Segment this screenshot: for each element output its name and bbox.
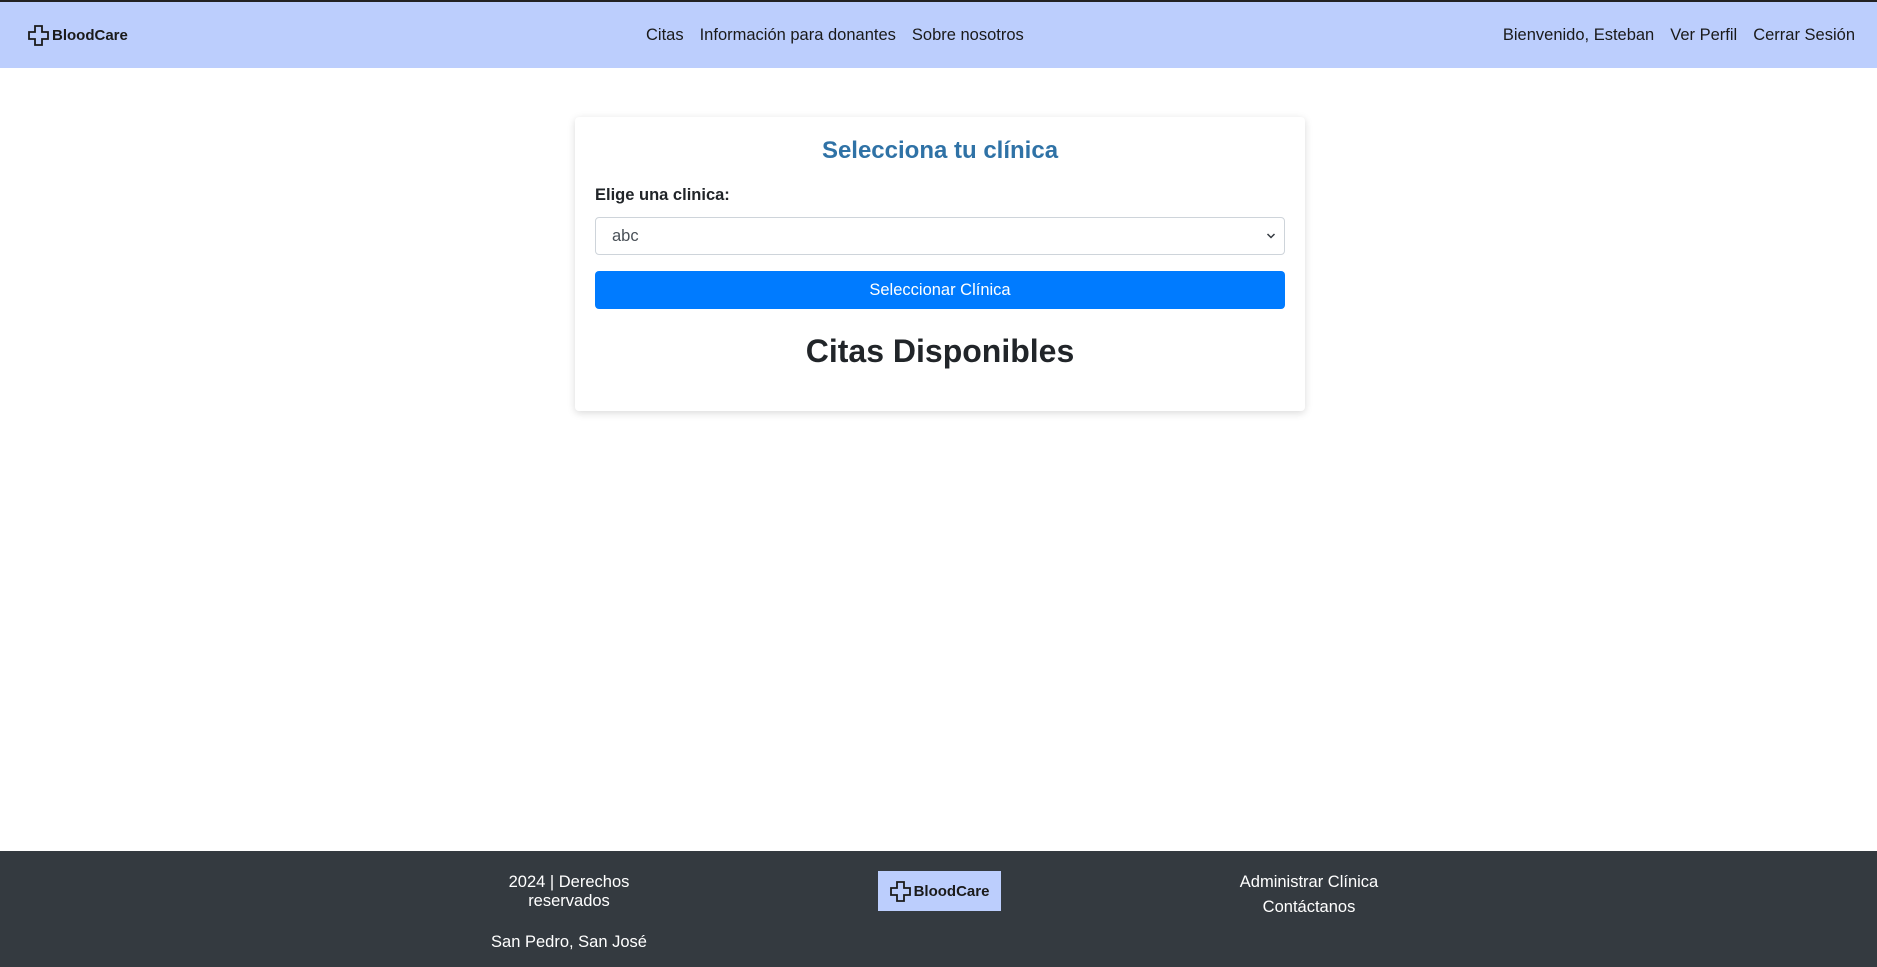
chevron-down-icon bbox=[1266, 233, 1276, 239]
contactanos-link[interactable]: Contáctanos bbox=[1230, 898, 1388, 917]
footer-location: San Pedro, San José bbox=[491, 933, 647, 951]
page-footer: 2024 | Derechos reservados San Pedro, Sa… bbox=[0, 851, 1877, 967]
seleccionar-clinica-button[interactable]: Seleccionar Clínica bbox=[595, 271, 1285, 309]
nav-link-informacion-donantes[interactable]: Información para donantes bbox=[700, 26, 896, 45]
medical-cross-icon bbox=[28, 25, 49, 46]
footer-logo[interactable]: BloodCare bbox=[878, 871, 1001, 911]
top-navbar: BloodCare Citas Información para donante… bbox=[0, 0, 1877, 68]
clinic-select-value: abc bbox=[612, 226, 639, 245]
cerrar-sesion-link[interactable]: Cerrar Sesión bbox=[1753, 26, 1855, 45]
clinic-field-label: Elige una clinica: bbox=[595, 186, 730, 204]
footer-copyright: 2024 | Derechos reservados bbox=[508, 873, 630, 910]
brand-name: BloodCare bbox=[52, 27, 128, 44]
ver-perfil-link[interactable]: Ver Perfil bbox=[1670, 26, 1737, 45]
citas-disponibles-heading: Citas Disponibles bbox=[805, 333, 1075, 369]
administrar-clinica-link[interactable]: Administrar Clínica bbox=[1230, 873, 1388, 892]
welcome-user-text: Bienvenido, Esteban bbox=[1502, 26, 1655, 44]
user-nav: Bienvenido, Esteban Ver Perfil Cerrar Se… bbox=[1503, 26, 1855, 45]
nav-link-sobre-nosotros[interactable]: Sobre nosotros bbox=[912, 26, 1024, 45]
brand-logo[interactable]: BloodCare bbox=[28, 25, 128, 46]
main-nav: Citas Información para donantes Sobre no… bbox=[646, 26, 1024, 45]
medical-cross-icon bbox=[889, 880, 911, 902]
card-title: Selecciona tu clínica bbox=[821, 137, 1059, 164]
nav-link-citas[interactable]: Citas bbox=[646, 26, 684, 45]
footer-info: 2024 | Derechos reservados San Pedro, Sa… bbox=[469, 873, 669, 952]
footer-logo-text: BloodCare bbox=[913, 882, 990, 900]
clinic-select-card: Selecciona tu clínica Elige una clinica:… bbox=[575, 117, 1305, 411]
clinic-select[interactable]: abc bbox=[595, 217, 1285, 255]
footer-links: Administrar Clínica Contáctanos bbox=[1230, 873, 1388, 917]
